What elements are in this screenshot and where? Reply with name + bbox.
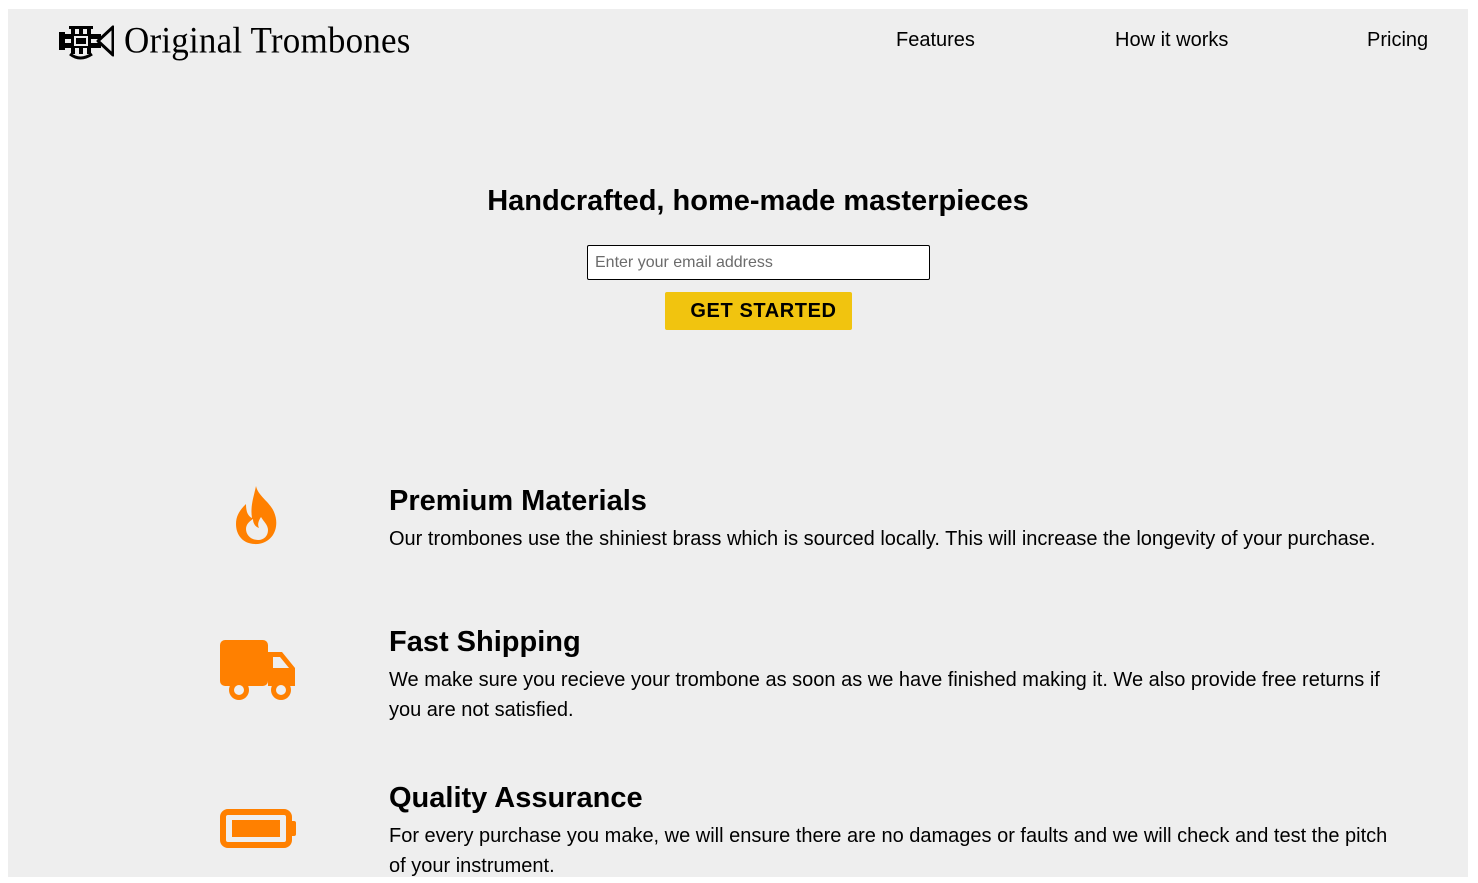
feature-title: Premium Materials [389,485,647,517]
feature-title: Fast Shipping [389,626,581,658]
feature-title: Quality Assurance [389,782,643,814]
main-nav: Features How it works Pricing [8,28,1468,54]
battery-icon [220,809,296,848]
hero-title: Handcrafted, home-made masterpieces [487,185,1029,217]
feature-description: Our trombones use the shiniest brass whi… [389,528,1376,550]
nav-link-features[interactable]: Features [896,28,975,52]
feature-description: For every purchase you make, we will ens… [389,825,1388,877]
get-started-button[interactable]: GET STARTED [665,292,852,330]
site-header: Original Trombones Features How it works… [8,9,1468,79]
fire-icon [236,486,277,545]
truck-icon [220,640,295,700]
email-input[interactable] [587,245,930,280]
nav-link-how-it-works[interactable]: How it works [1115,28,1228,52]
feature-description: We make sure you recieve your trombone a… [389,669,1380,721]
nav-link-pricing[interactable]: Pricing [1367,28,1428,52]
page-viewport: Original Trombones Features How it works… [8,9,1468,877]
